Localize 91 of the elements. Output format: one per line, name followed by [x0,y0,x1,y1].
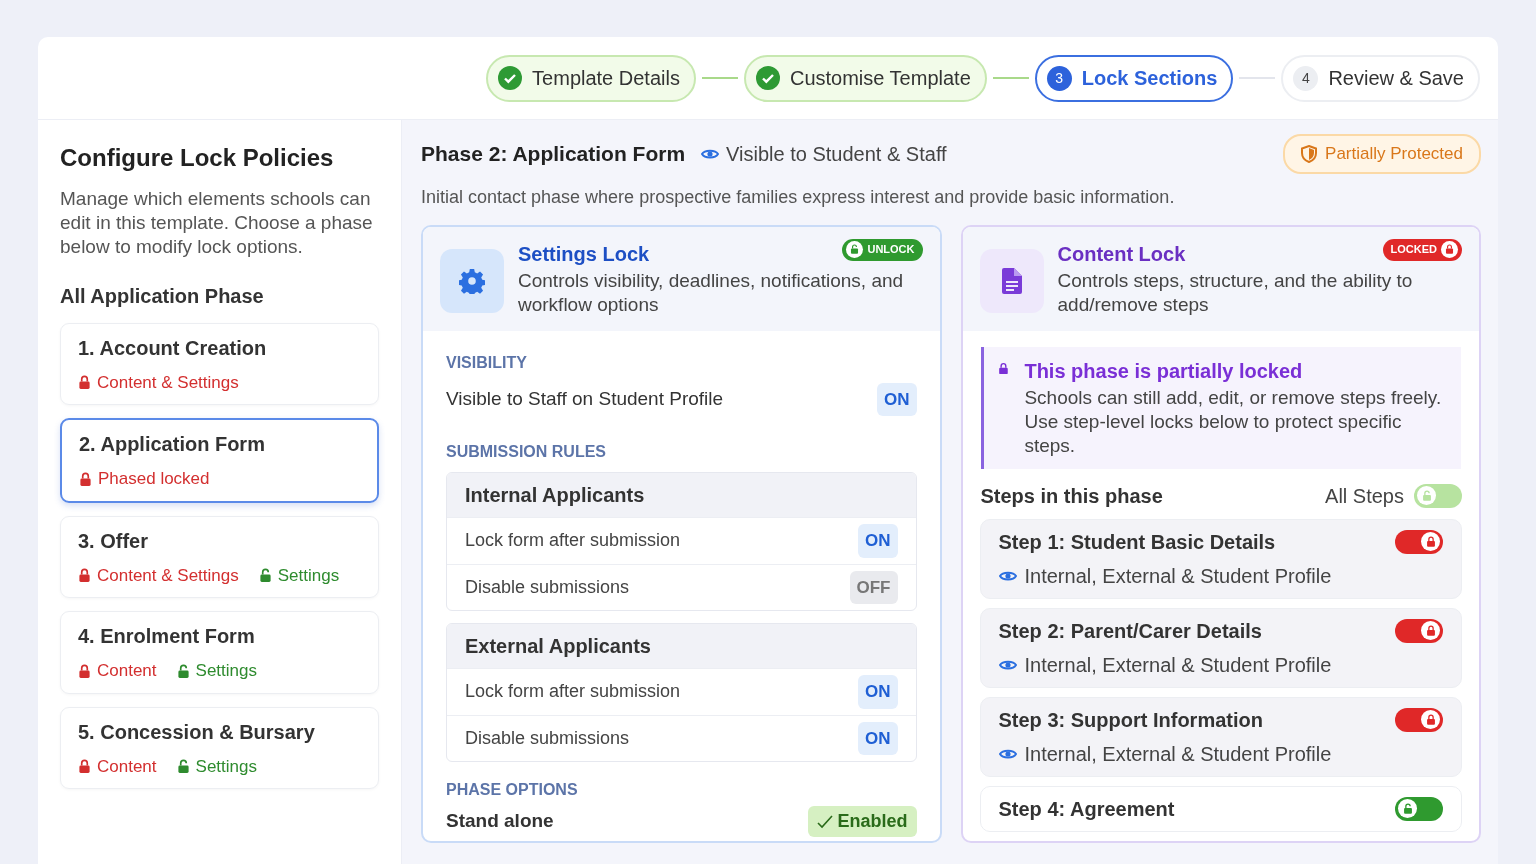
enabled-chip[interactable]: Enabled [808,806,917,837]
steps-heading: Steps in this phase [980,483,1163,509]
check-circle-icon [755,66,780,90]
document-icon [1001,267,1022,294]
lock-toggle[interactable] [1395,529,1443,554]
toggle-value[interactable]: ON [858,675,898,709]
check-circle-icon [498,66,523,90]
card-title: Settings Lock [518,241,650,267]
step-title: Step 1: Student Basic Details [998,529,1276,555]
unlocked-padlock-icon [258,568,272,583]
padlock-icon [1425,713,1436,726]
step-audience: Internal, External & Student Profile [1024,563,1332,589]
toggle-value[interactable]: ON [877,382,917,416]
padlock-icon [78,663,91,679]
setting-label: Lock form after submission [465,680,681,704]
lock-tag: Settings [277,562,340,589]
stepper-step[interactable]: Customise Template [743,54,987,102]
unlocked-padlock-icon [176,663,190,679]
lock-tag: Settings [195,658,257,684]
unlocked-padlock-icon [1421,489,1432,502]
lock-tag: Settings [195,753,257,780]
lock-toggle[interactable] [1395,707,1443,732]
section-heading: PHASE OPTIONS [446,780,579,800]
phase-card[interactable]: 2. Application Form Phased locked [60,418,379,503]
lock-tag: Content [97,658,157,684]
padlock-icon [1425,535,1436,548]
unlock-badge: UNLOCK [842,238,923,261]
step-audience: Internal, External & Student Profile [1024,741,1332,767]
padlock-icon [78,568,91,583]
toggle-value[interactable]: ON [858,524,898,558]
unlock-toggle[interactable] [1395,796,1443,821]
setting-label: Stand alone [446,809,554,834]
step-number-badge: 3 [1046,65,1072,91]
stepper-step[interactable]: 3 Lock Sections [1034,54,1234,102]
lock-tag: Content [97,753,157,780]
setting-label: Disable submissions [465,575,630,599]
group-title: Internal Applicants [447,473,916,517]
visibility-label: Visible to Student & Staff [726,141,947,167]
section-heading: VISIBILITY [446,352,528,373]
lock-toggle[interactable] [1395,618,1443,643]
step-number-badge: 4 [1293,65,1319,91]
stepper-step[interactable]: Template Details [486,54,696,102]
section-heading: SUBMISSION RULES [446,442,607,462]
notice-title: This phase is partially locked [1024,358,1304,384]
toggle-value[interactable]: OFF [849,570,898,604]
locked-badge: LOCKED [1382,238,1462,261]
notice-text: Schools can still add, edit, or remove steps freely. Use step-level locks below to protect specific steps. [1024,385,1443,458]
sidebar-description: Manage which elements schools can edit in this template. Choose a phase below to modify lock options. [60,186,374,259]
phase-title: 1. Account Creation [78,335,268,361]
protection-badge: Partially Protected [1283,134,1481,174]
card-title: Content Lock [1057,241,1186,267]
step-title: Step 2: Parent/Carer Details [998,618,1262,644]
phase-description: Initial contact phase where prospective families express interest and provide basic information. [421,185,1176,209]
padlock-icon [1445,244,1454,255]
all-steps-label: All Steps [1325,483,1404,509]
phase-title: 2. Application Form [79,432,266,458]
padlock-icon [1425,624,1436,637]
group-title: External Applicants [447,624,916,668]
lock-tag: Content & Settings [97,562,239,589]
phase-title: 5. Concession & Bursary [78,719,316,745]
gear-icon [459,267,485,294]
unlocked-padlock-icon [1402,802,1413,815]
step-audience: Internal, External & Student Profile [1024,652,1332,678]
unlock-toggle[interactable] [1414,483,1462,508]
setting-label: Visible to Staff on Student Profile [446,387,724,411]
phase-card[interactable]: 4. Enrolment Form Content Settings [60,611,379,694]
step-title: Step 4: Agreement [998,796,1175,822]
phase-heading: Phase 2: Application Form [421,141,686,167]
phase-card[interactable]: 3. Offer Content & Settings Settings [60,515,379,599]
unlocked-padlock-icon [850,244,860,255]
phase-title: 3. Offer [78,528,150,554]
padlock-icon [79,471,92,487]
phase-title: 4. Enrolment Form [78,624,256,650]
lock-tag: Content & Settings [97,369,239,396]
card-description: Controls steps, structure, and the ability to add/remove steps [1057,268,1414,317]
toggle-value[interactable]: ON [858,721,898,755]
setting-label: Disable submissions [465,726,630,750]
lock-tag: Phased locked [98,466,210,492]
phase-card[interactable]: 5. Concession & Bursary Content Settings [60,706,379,790]
padlock-icon [78,375,91,390]
shield-icon [1301,144,1318,163]
stepper-step[interactable]: 4 Review & Save [1281,54,1480,102]
unlocked-padlock-icon [176,759,190,774]
check-icon [817,815,834,830]
card-description: Controls visibility, deadlines, notifications, and workflow options [518,268,905,317]
step-title: Step 3: Support Information [998,707,1263,733]
padlock-icon [78,759,91,774]
section-title: All Application Phase [60,283,265,309]
sidebar-title: Configure Lock Policies [60,144,335,173]
phase-card[interactable]: 1. Account Creation Content & Settings [60,322,379,406]
setting-label: Lock form after submission [465,529,681,553]
